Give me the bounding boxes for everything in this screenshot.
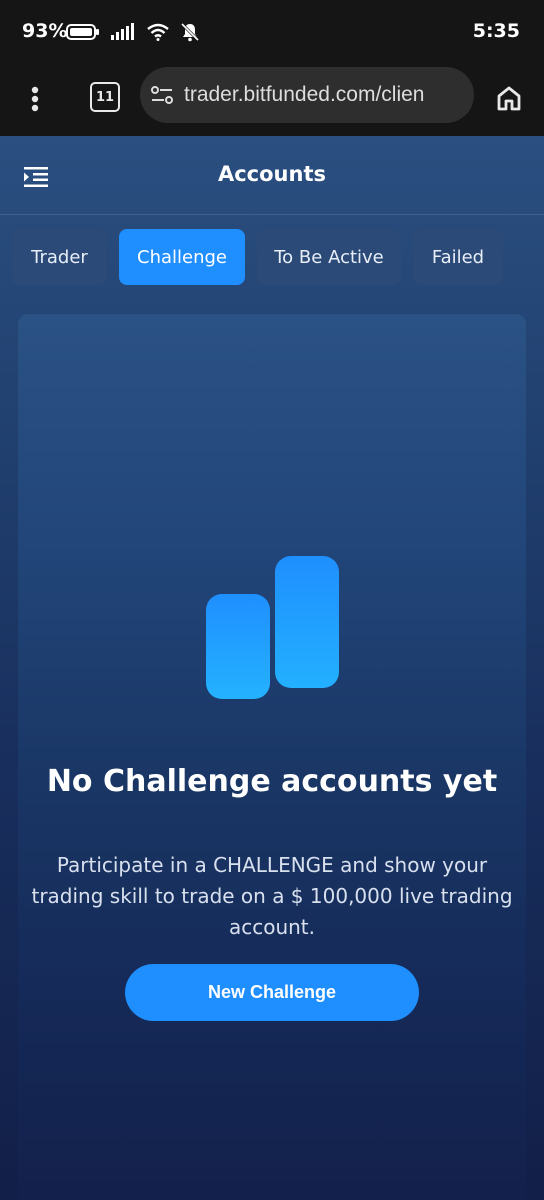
url-text: trader.bitfunded.com/clien: [184, 83, 425, 106]
battery-icon: [66, 24, 99, 40]
signal-icon: [111, 23, 134, 40]
tab-failed[interactable]: Failed: [413, 229, 503, 285]
more-vertical-icon: [31, 86, 39, 112]
empty-state-description: Participate in a CHALLENGE and show your…: [31, 853, 513, 939]
empty-state-card: No Challenge accounts yet Participate in…: [18, 314, 526, 1200]
status-bar: 93% 5:35: [0, 0, 544, 62]
browser-toolbar: 11 trader.bitfunded.com/clien: [0, 62, 544, 136]
account-tabs: Trader Challenge To Be Active Failed: [12, 229, 503, 285]
battery-percentage: 93%: [22, 20, 68, 42]
page-title: Accounts: [217, 162, 326, 186]
wifi-icon: [147, 23, 169, 41]
tab-challenge[interactable]: Challenge: [119, 229, 245, 285]
home-button[interactable]: [492, 81, 526, 115]
site-settings-icon[interactable]: [150, 83, 174, 107]
address-bar[interactable]: trader.bitfunded.com/clien: [140, 67, 474, 123]
app-content: Accounts Trader Challenge To Be Active F…: [0, 136, 544, 1200]
bar-chart-icon: [204, 556, 340, 702]
new-challenge-button[interactable]: New Challenge: [125, 964, 419, 1021]
bar-chart-icon-tall-bar: [275, 556, 339, 688]
clock: 5:35: [472, 20, 520, 42]
bell-off-icon: [180, 22, 200, 42]
app-header: Accounts: [0, 136, 544, 215]
browser-menu-button[interactable]: [22, 81, 48, 117]
tab-switcher-button[interactable]: 11: [90, 82, 120, 112]
home-icon: [497, 86, 521, 111]
empty-state-title: No Challenge accounts yet: [46, 764, 498, 799]
tab-trader[interactable]: Trader: [12, 229, 107, 285]
status-icons: [66, 22, 200, 42]
bar-chart-icon-short-bar: [206, 594, 270, 699]
tab-to-be-active[interactable]: To Be Active: [257, 229, 401, 285]
